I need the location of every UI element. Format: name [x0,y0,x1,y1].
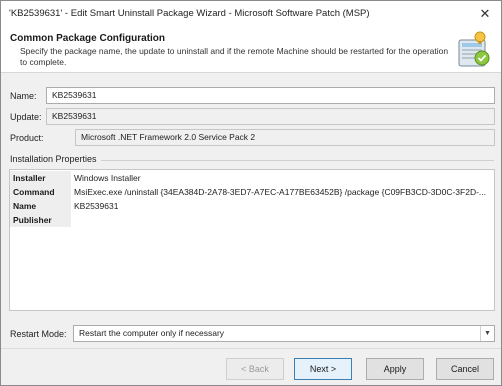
package-config-icon [458,31,490,67]
installation-properties-label: Installation Properties [10,154,97,164]
apply-button[interactable]: Apply [366,358,424,380]
product-field: Microsoft .NET Framework 2.0 Service Pac… [75,129,495,146]
property-value: MsiExec.exe /uninstall {34EA384D-2A78-3E… [74,187,486,197]
property-key: Publisher [10,213,71,227]
update-field: KB2539631 [46,108,495,125]
section-divider [101,160,494,161]
product-label: Product: [10,133,44,143]
installation-properties-grid: Installer Windows Installer Command MsiE… [9,169,495,311]
window-title: 'KB2539631' - Edit Smart Uninstall Packa… [9,8,370,19]
footer-divider [1,348,501,349]
property-value [74,213,492,227]
property-key: Command [10,185,71,199]
property-row-name: Name KB2539631 [10,199,494,213]
update-label: Update: [10,112,42,122]
wizard-window: 'KB2539631' - Edit Smart Uninstall Packa… [0,0,502,386]
title-bar: 'KB2539631' - Edit Smart Uninstall Packa… [1,1,501,26]
wizard-header: Common Package Configuration Specify the… [1,26,501,73]
property-value: Windows Installer [74,173,141,183]
property-key: Name [10,199,71,213]
name-field[interactable]: KB2539631 [46,87,495,104]
page-title: Common Package Configuration [10,33,166,44]
property-row-installer: Installer Windows Installer [10,171,494,185]
chevron-down-icon[interactable]: ▼ [480,326,494,341]
restart-mode-select[interactable]: Restart the computer only if necessary ▼ [73,325,495,342]
page-description: Specify the package name, the update to … [20,46,449,67]
name-label: Name: [10,91,37,101]
close-icon[interactable]: ✕ [475,4,495,23]
property-row-command: Command MsiExec.exe /uninstall {34EA384D… [10,185,494,199]
back-button[interactable]: < Back [226,358,284,380]
cancel-button[interactable]: Cancel [436,358,494,380]
property-value: KB2539631 [74,201,119,211]
next-button[interactable]: Next > [294,358,352,380]
property-key: Installer [10,171,71,185]
property-row-publisher: Publisher [10,213,494,227]
restart-mode-label: Restart Mode: [10,329,67,339]
restart-mode-value: Restart the computer only if necessary [79,328,225,338]
